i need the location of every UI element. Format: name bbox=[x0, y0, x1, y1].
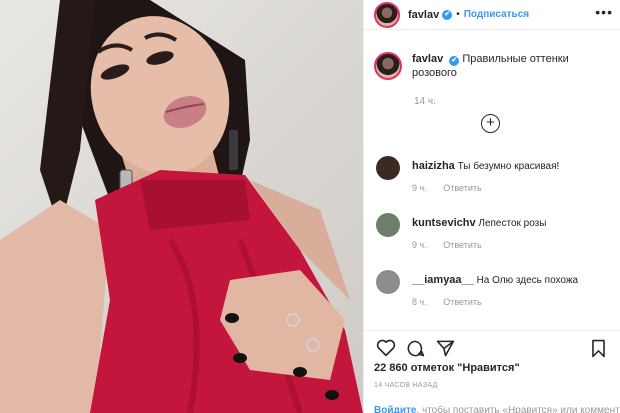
comment-avatar[interactable] bbox=[376, 213, 400, 237]
comment-avatar[interactable] bbox=[376, 156, 400, 180]
comment-icon[interactable] bbox=[406, 339, 425, 358]
avatar[interactable] bbox=[374, 1, 400, 28]
comment-username[interactable]: haizizha bbox=[412, 160, 455, 172]
post-header: favlav ✔ • Подписаться ••• bbox=[364, 0, 620, 30]
comment-username[interactable]: __iamyaa__ bbox=[412, 274, 474, 286]
comment-time[interactable]: 8 ч. bbox=[412, 297, 427, 307]
comment-text: Ты безумно красивая! bbox=[457, 161, 560, 172]
comment-time[interactable]: 9 ч. bbox=[412, 183, 427, 193]
share-icon[interactable] bbox=[436, 339, 455, 358]
reply-button[interactable]: Ответить bbox=[443, 240, 481, 250]
post-photo[interactable] bbox=[0, 0, 363, 413]
photo-illustration bbox=[0, 0, 363, 413]
post-details-panel: favlav ✔ • Подписаться ••• favlav ✔ Прав… bbox=[363, 0, 620, 413]
more-icon[interactable]: ••• bbox=[595, 5, 613, 19]
follow-button[interactable]: Подписаться bbox=[464, 9, 529, 20]
reply-button[interactable]: Ответить bbox=[443, 297, 481, 307]
caption-username[interactable]: favlav bbox=[412, 53, 443, 65]
comment-text: На Олю здесь похожа bbox=[476, 275, 579, 286]
heart-icon[interactable] bbox=[376, 339, 396, 357]
comment-text: Лепесток розы bbox=[478, 218, 547, 229]
caption-avatar[interactable] bbox=[374, 52, 402, 80]
verified-icon: ✔ bbox=[449, 56, 460, 66]
login-link[interactable]: Войдите bbox=[374, 405, 416, 413]
separator-dot: • bbox=[456, 9, 460, 20]
caption-time[interactable]: 14 ч. bbox=[414, 96, 436, 107]
post-timestamp[interactable]: 14 ЧАСОВ НАЗАД bbox=[374, 382, 438, 389]
plus-circle-icon[interactable]: + bbox=[481, 114, 500, 133]
reply-button[interactable]: Ответить bbox=[443, 183, 481, 193]
bookmark-icon[interactable] bbox=[590, 339, 607, 358]
comment-avatar[interactable] bbox=[376, 270, 400, 294]
post-caption: favlav ✔ Правильные оттенки розового bbox=[374, 52, 614, 80]
comment-username[interactable]: kuntsevichv bbox=[412, 217, 476, 229]
likes-count[interactable]: 22 860 отметок "Нравится" bbox=[374, 362, 520, 374]
login-prompt-text: , чтобы поставить «Нравится» или коммент… bbox=[416, 405, 620, 413]
login-prompt: Войдите, чтобы поставить «Нравится» или … bbox=[374, 405, 620, 413]
comment-time[interactable]: 9 ч. bbox=[412, 240, 427, 250]
action-bar bbox=[364, 330, 620, 360]
verified-icon: ✔ bbox=[442, 9, 453, 20]
header-username[interactable]: favlav bbox=[408, 9, 439, 21]
